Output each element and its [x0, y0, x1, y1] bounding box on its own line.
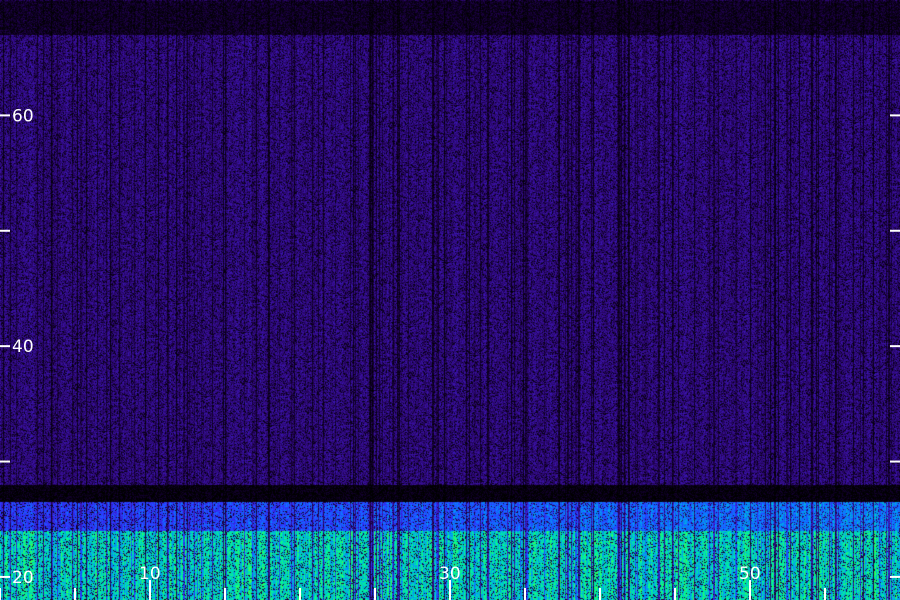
- y-tick-label: 20: [12, 568, 34, 588]
- x-tick-label: 50: [739, 564, 761, 584]
- y-tick-label: 40: [12, 337, 34, 357]
- x-tick-label: 30: [439, 564, 461, 584]
- axes-overlay: 20 40 60 10 30 50: [0, 106, 900, 600]
- x-tick-label: 10: [139, 564, 161, 584]
- x-axis: 10 30 50: [0, 564, 826, 600]
- y-tick-label: 60: [12, 106, 34, 126]
- y-axis: 20 40 60: [0, 106, 900, 588]
